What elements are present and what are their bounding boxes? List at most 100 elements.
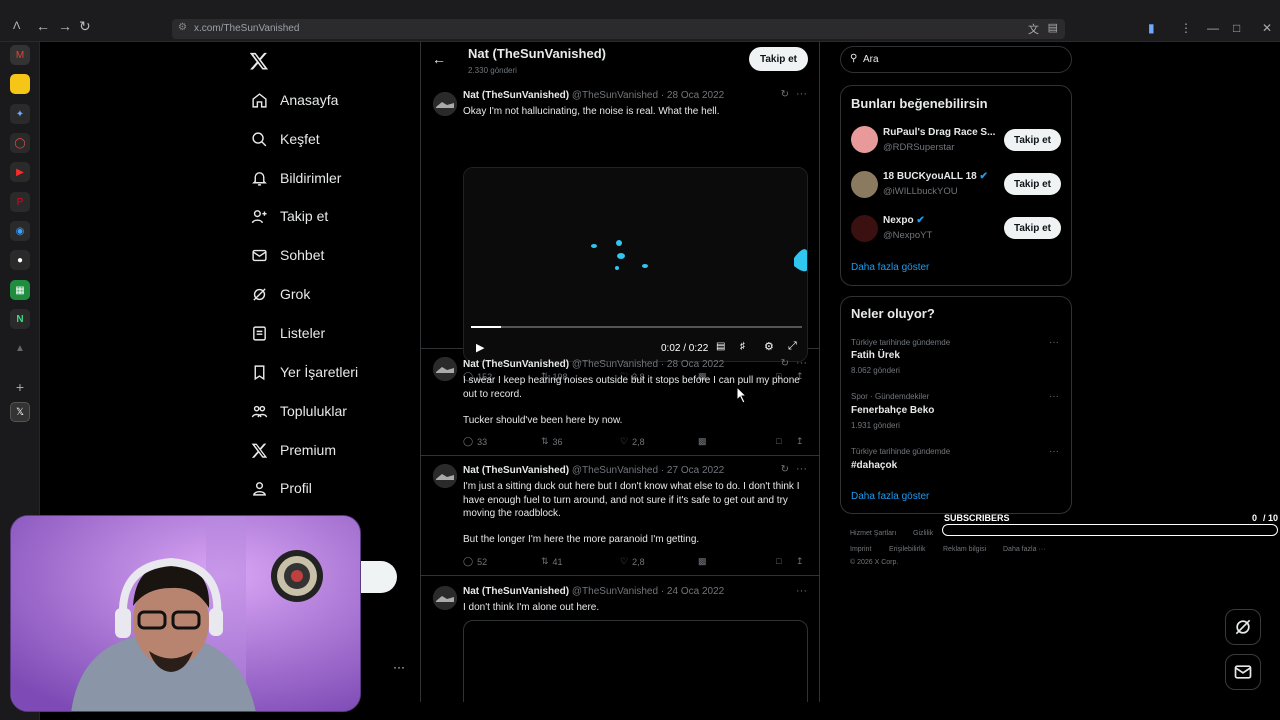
nav-premium[interactable]: Premium xyxy=(250,438,336,462)
site-info-icon[interactable]: ⚙ xyxy=(178,22,187,33)
more-icon[interactable]: ··· xyxy=(1049,337,1059,348)
avatar[interactable] xyxy=(433,586,457,610)
more-icon[interactable]: ··· xyxy=(796,463,807,475)
gmail-app-icon[interactable]: M xyxy=(10,45,30,65)
extension-icon[interactable]: ▲ xyxy=(10,338,30,358)
show-more-link[interactable]: Daha fazla göster xyxy=(851,491,929,502)
nav-bookmarks[interactable]: Yer İşaretleri xyxy=(250,360,358,384)
like-button[interactable]: ♡ 2,8 xyxy=(620,436,645,447)
follow-button[interactable]: Takip et xyxy=(1004,129,1061,151)
reply-button[interactable]: ◯ 52 xyxy=(463,556,487,567)
messenger-app-icon[interactable]: ◉ xyxy=(10,221,30,241)
browser-logo-icon[interactable]: Λ xyxy=(13,20,20,32)
n-app-icon[interactable]: N xyxy=(10,309,30,329)
nav-profile[interactable]: Profil xyxy=(250,476,312,500)
bookmark-icon[interactable]: □ xyxy=(776,436,781,446)
more-icon[interactable]: ··· xyxy=(1049,391,1059,402)
suggestion-handle[interactable]: @iWILLbuckYOU xyxy=(883,186,958,197)
more-icon[interactable]: ··· xyxy=(796,88,807,100)
retweet-button[interactable]: ⇅ 41 xyxy=(541,556,563,567)
grok-icon[interactable]: ↻ xyxy=(781,358,789,369)
maximize-icon[interactable]: □ xyxy=(1233,21,1240,35)
like-button[interactable]: ♡ 2,8 xyxy=(620,556,645,567)
tweet-meta[interactable]: @TheSunVanished · 28 Oca 2022 xyxy=(572,359,724,370)
avatar[interactable] xyxy=(851,171,878,198)
media-placeholder[interactable] xyxy=(463,620,808,702)
trend-title[interactable]: Fatih Ürek xyxy=(851,350,900,361)
back-arrow-icon[interactable]: ← xyxy=(432,51,446,67)
back-icon[interactable]: ← xyxy=(36,18,50,34)
tweet[interactable]: Nat (TheSunVanished) @TheSunVanished · 2… xyxy=(421,576,819,702)
add-app-icon[interactable]: + xyxy=(10,377,30,397)
more-icon[interactable]: ··· xyxy=(1049,446,1059,457)
nav-home[interactable]: Anasayfa xyxy=(250,88,338,112)
more-icon[interactable]: ··· xyxy=(796,357,807,369)
forward-icon[interactable]: → xyxy=(58,18,72,34)
nav-notifications[interactable]: Bildirimler xyxy=(250,166,341,190)
avatar[interactable] xyxy=(433,92,457,116)
address-text[interactable]: x.com/TheSunVanished xyxy=(194,23,299,34)
tweet-meta[interactable]: @TheSunVanished · 28 Oca 2022 xyxy=(572,90,724,101)
messages-float-button[interactable] xyxy=(1225,654,1261,690)
youtube-app-icon[interactable]: ▶ xyxy=(10,162,30,182)
trend-title[interactable]: Fenerbahçe Beko xyxy=(851,405,934,416)
translate-icon[interactable]: 文 xyxy=(1028,21,1039,37)
share-icon[interactable]: ↥ xyxy=(796,556,804,567)
sheets-app-icon[interactable]: ▦ xyxy=(10,280,30,300)
search-input[interactable]: Ara xyxy=(863,54,879,65)
views-button[interactable]: ▩ xyxy=(698,436,707,447)
footer-link[interactable]: Imprint xyxy=(850,546,871,553)
x-app-icon[interactable]: 𝕏 xyxy=(10,402,30,422)
grok-float-button[interactable] xyxy=(1225,609,1261,645)
shield-extension-icon[interactable]: ▮ xyxy=(1148,21,1155,35)
tweet-author[interactable]: Nat (TheSunVanished) xyxy=(463,586,569,597)
retweet-button[interactable]: ⇅ 36 xyxy=(541,436,563,447)
suggestion-name[interactable]: RuPaul's Drag Race S... xyxy=(883,127,995,138)
follow-button[interactable]: Takip et xyxy=(1004,173,1061,195)
tweet-meta[interactable]: @TheSunVanished · 24 Oca 2022 xyxy=(572,586,724,597)
footer-link[interactable]: Gizlilik xyxy=(913,530,933,537)
reader-icon[interactable]: ▤ xyxy=(1048,21,1058,34)
nav-explore[interactable]: Keşfet xyxy=(250,127,320,151)
nav-chat[interactable]: Sohbet xyxy=(250,243,324,267)
close-icon[interactable]: ✕ xyxy=(1262,21,1272,35)
bookmark-icon[interactable]: □ xyxy=(776,556,781,566)
grok-icon[interactable]: ↻ xyxy=(781,464,789,475)
video-scrubber[interactable] xyxy=(471,326,802,328)
tweet-author[interactable]: Nat (TheSunVanished) xyxy=(463,359,569,370)
pinterest-app-icon[interactable]: P xyxy=(10,192,30,212)
search-box[interactable]: ⚲ Ara xyxy=(840,46,1072,73)
tweet-author[interactable]: Nat (TheSunVanished) xyxy=(463,90,569,101)
tweet[interactable]: Nat (TheSunVanished) @TheSunVanished · 2… xyxy=(421,456,819,576)
opera-app-icon[interactable]: ◯ xyxy=(10,133,30,153)
reload-icon[interactable]: ↻ xyxy=(79,18,91,35)
reply-button[interactable]: ◯ 33 xyxy=(463,436,487,447)
tweet-meta[interactable]: @TheSunVanished · 27 Oca 2022 xyxy=(572,465,724,476)
share-icon[interactable]: ↥ xyxy=(796,436,804,447)
nav-grok[interactable]: Grok xyxy=(250,282,310,306)
suggestion-name[interactable]: 18 BUCKyouALL 18 ✔ xyxy=(883,171,988,182)
avatar[interactable] xyxy=(851,215,878,242)
trend-title[interactable]: #dahaçok xyxy=(851,460,897,471)
tweet[interactable]: Nat (TheSunVanished) @TheSunVanished · 2… xyxy=(421,349,819,456)
gemini-app-icon[interactable]: ✦ xyxy=(10,104,30,124)
suggestion-handle[interactable]: @RDRSuperstar xyxy=(883,142,954,153)
avatar[interactable] xyxy=(433,464,457,488)
account-more-icon[interactable]: ··· xyxy=(393,660,405,674)
github-app-icon[interactable]: ● xyxy=(10,250,30,270)
suggestion-name[interactable]: Nexpo ✔ xyxy=(883,215,925,226)
views-button[interactable]: ▩ xyxy=(698,556,707,567)
nav-lists[interactable]: Listeler xyxy=(250,321,325,345)
grok-icon[interactable]: ↻ xyxy=(781,89,789,100)
suggestion-handle[interactable]: @NexpoYT xyxy=(883,230,932,241)
footer-link[interactable]: Daha fazla ··· xyxy=(1003,546,1045,553)
avatar[interactable] xyxy=(433,357,457,381)
notes-app-icon[interactable] xyxy=(10,74,30,94)
nav-communities[interactable]: Topluluklar xyxy=(250,399,347,423)
follow-button[interactable]: Takip et xyxy=(1004,217,1061,239)
avatar[interactable] xyxy=(851,126,878,153)
menu-icon[interactable]: ⋮ xyxy=(1180,21,1192,35)
footer-link[interactable]: Erişilebilirlik xyxy=(889,546,926,553)
more-icon[interactable]: ··· xyxy=(796,585,807,597)
nav-follow[interactable]: Takip et xyxy=(250,204,328,228)
